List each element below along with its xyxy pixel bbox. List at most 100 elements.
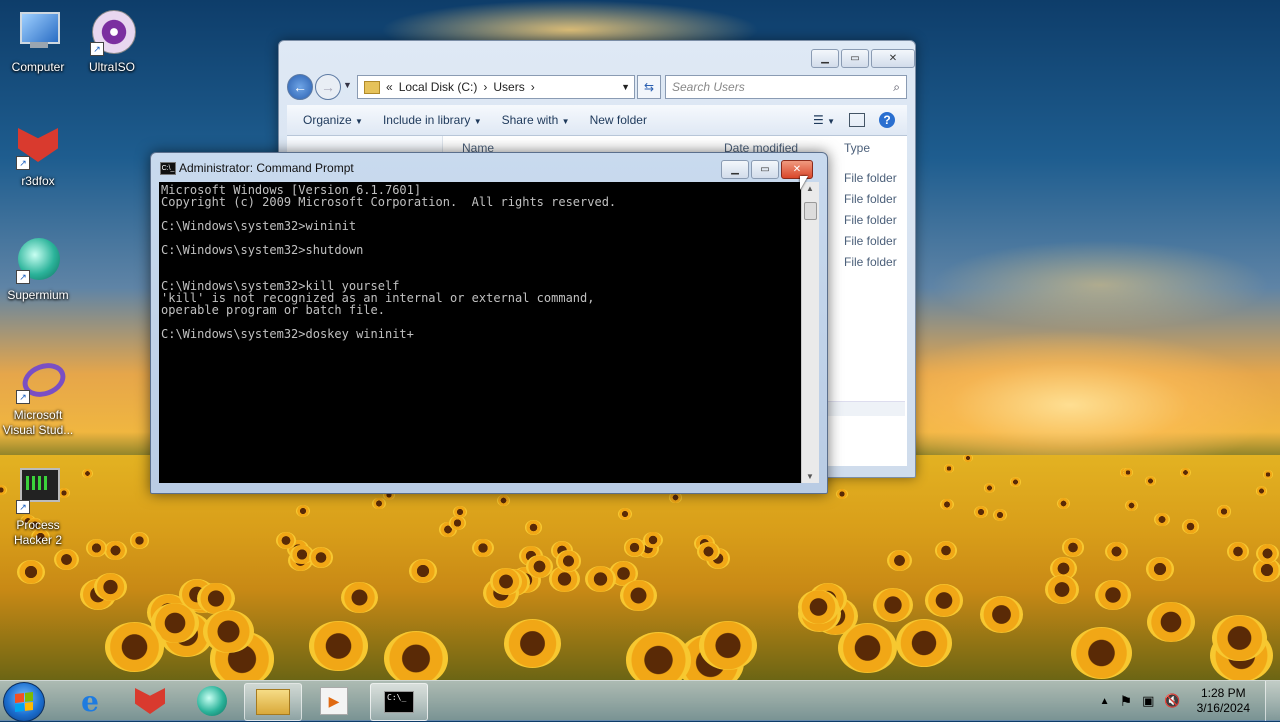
windows-logo-icon bbox=[15, 692, 33, 712]
sunflower bbox=[449, 516, 466, 531]
sunflower bbox=[697, 541, 720, 561]
sunflower bbox=[1070, 626, 1133, 679]
taskbar-explorer[interactable] bbox=[244, 683, 302, 721]
sunflower bbox=[1062, 538, 1084, 557]
close-button[interactable]: ✕ bbox=[871, 49, 915, 68]
shortcut-arrow-icon: ↗ bbox=[16, 500, 30, 514]
sunflower bbox=[372, 498, 386, 510]
minimize-button[interactable]: ▁ bbox=[811, 49, 839, 68]
breadcrumb-separator[interactable]: › bbox=[483, 80, 487, 94]
forward-button[interactable]: → bbox=[315, 74, 341, 100]
console-output[interactable]: Microsoft Windows [Version 6.1.7601] Copy… bbox=[159, 182, 801, 483]
sunflower bbox=[82, 468, 93, 478]
breadcrumb-separator[interactable]: › bbox=[531, 80, 535, 94]
desktop-icon-label: Computer bbox=[11, 60, 65, 74]
media-player-icon: ▶ bbox=[320, 687, 348, 715]
search-box[interactable]: Search Users ⌕ bbox=[665, 75, 907, 99]
help-icon[interactable]: ? bbox=[879, 112, 895, 128]
desktop-icon-label: Microsoft Visual Stud... bbox=[2, 408, 74, 437]
maximize-button[interactable]: ▭ bbox=[841, 49, 869, 68]
breadcrumb-overflow[interactable]: « bbox=[386, 80, 393, 94]
column-header-type[interactable]: Type bbox=[844, 136, 870, 160]
include-in-library-button[interactable]: Include in library ▼ bbox=[373, 113, 492, 127]
sunflower bbox=[963, 455, 974, 463]
maximize-icon: ▭ bbox=[850, 53, 860, 64]
taskbar-media-player[interactable]: ▶ bbox=[306, 683, 362, 719]
taskbar-r3dfox[interactable] bbox=[122, 683, 178, 719]
volume-muted-icon[interactable]: 🔇 bbox=[1164, 693, 1180, 709]
file-type-cell[interactable]: File folder bbox=[844, 234, 897, 248]
sunflower bbox=[934, 540, 957, 560]
cmd-window-controls: ▁ ▭ ✕ bbox=[719, 160, 813, 179]
window-title: Administrator: Command Prompt bbox=[179, 161, 354, 175]
command-prompt-window[interactable]: C:\_ Administrator: Command Prompt ▁ ▭ ✕… bbox=[150, 152, 828, 494]
sunflower bbox=[275, 532, 296, 549]
horizontal-scrollbar[interactable] bbox=[827, 401, 905, 416]
view-options-icon[interactable]: ☰ ▼ bbox=[813, 113, 835, 127]
file-type-cell[interactable]: File folder bbox=[844, 255, 897, 269]
shortcut-arrow-icon: ↗ bbox=[16, 390, 30, 404]
shortcut-arrow-icon: ↗ bbox=[16, 156, 30, 170]
taskbar-supermium[interactable] bbox=[184, 683, 240, 719]
breadcrumb-local-disk[interactable]: Local Disk (C:) bbox=[399, 80, 478, 94]
show-desktop-button[interactable] bbox=[1265, 681, 1280, 721]
address-dropdown-icon[interactable]: ▼ bbox=[621, 82, 630, 92]
desktop-icon-r3dfox[interactable]: ↗ r3dfox bbox=[0, 122, 76, 189]
show-hidden-icons-icon[interactable]: ▲ bbox=[1100, 696, 1110, 707]
vertical-scrollbar[interactable]: ▲ ▼ bbox=[801, 182, 819, 483]
sunflower bbox=[873, 587, 914, 622]
address-bar[interactable]: « Local Disk (C:) › Users › ▼ bbox=[357, 75, 635, 99]
new-folder-button[interactable]: New folder bbox=[580, 113, 657, 127]
desktop-icon-process-hacker[interactable]: ↗ Process Hacker 2 bbox=[0, 466, 76, 548]
sunflower bbox=[1212, 614, 1267, 661]
close-button[interactable]: ✕ bbox=[781, 160, 813, 179]
file-type-cell[interactable]: File folder bbox=[844, 192, 897, 206]
sunflower bbox=[452, 505, 468, 518]
search-input[interactable]: Search Users bbox=[672, 80, 745, 94]
maximize-icon: ▭ bbox=[760, 164, 770, 175]
back-button[interactable]: ← bbox=[287, 74, 313, 100]
process-hacker-icon: ↗ bbox=[14, 466, 62, 514]
desktop-icon-computer[interactable]: Computer bbox=[0, 8, 76, 75]
desktop-icon-ultraiso[interactable]: ↗ UltraISO bbox=[74, 8, 150, 75]
internet-explorer-icon: e bbox=[81, 684, 99, 718]
visual-studio-icon: ↗ bbox=[14, 356, 71, 404]
scroll-down-icon[interactable]: ▼ bbox=[806, 472, 814, 481]
clock[interactable]: 1:28 PM 3/16/2024 bbox=[1197, 686, 1250, 716]
shortcut-arrow-icon: ↗ bbox=[90, 42, 104, 56]
sunflower bbox=[1182, 519, 1200, 534]
sunflower bbox=[625, 632, 692, 680]
sunflower bbox=[93, 572, 128, 602]
chevron-down-icon: ▼ bbox=[355, 117, 363, 126]
breadcrumb-users[interactable]: Users bbox=[493, 80, 524, 94]
refresh-button[interactable]: ⇆ bbox=[637, 75, 661, 99]
recent-pages-dropdown-icon[interactable]: ▼ bbox=[343, 80, 352, 90]
taskbar-internet-explorer[interactable]: e bbox=[62, 683, 118, 719]
sunflower bbox=[340, 581, 378, 614]
clock-time: 1:28 PM bbox=[1200, 686, 1246, 700]
search-icon: ⌕ bbox=[893, 79, 900, 94]
maximize-button[interactable]: ▭ bbox=[751, 160, 779, 179]
sunflower bbox=[835, 489, 848, 500]
action-center-flag-icon[interactable]: ⚑ bbox=[1120, 693, 1133, 710]
desktop-icon-supermium[interactable]: ↗ Supermium bbox=[0, 236, 76, 303]
share-with-button[interactable]: Share with ▼ bbox=[492, 113, 580, 127]
desktop-icon-visual-studio[interactable]: ↗ Microsoft Visual Stud... bbox=[0, 356, 76, 438]
file-type-cell[interactable]: File folder bbox=[844, 213, 897, 227]
sunflower bbox=[525, 520, 543, 535]
desktop-icon-label: Process Hacker 2 bbox=[13, 518, 63, 547]
minimize-button[interactable]: ▁ bbox=[721, 160, 749, 179]
start-button[interactable] bbox=[3, 682, 45, 722]
folder-icon bbox=[364, 80, 380, 94]
sunflower bbox=[1009, 477, 1021, 487]
minimize-icon: ▁ bbox=[731, 164, 739, 175]
shortcut-arrow-icon: ↗ bbox=[16, 270, 30, 284]
sunflower bbox=[944, 464, 955, 474]
scroll-thumb[interactable] bbox=[804, 202, 817, 220]
sunflower bbox=[129, 531, 150, 549]
network-icon[interactable]: ▣ bbox=[1142, 693, 1154, 709]
organize-button[interactable]: Organize ▼ bbox=[293, 113, 373, 127]
preview-pane-icon[interactable] bbox=[849, 113, 865, 127]
file-type-cell[interactable]: File folder bbox=[844, 171, 897, 185]
taskbar-command-prompt[interactable]: C:\_ bbox=[370, 683, 428, 721]
